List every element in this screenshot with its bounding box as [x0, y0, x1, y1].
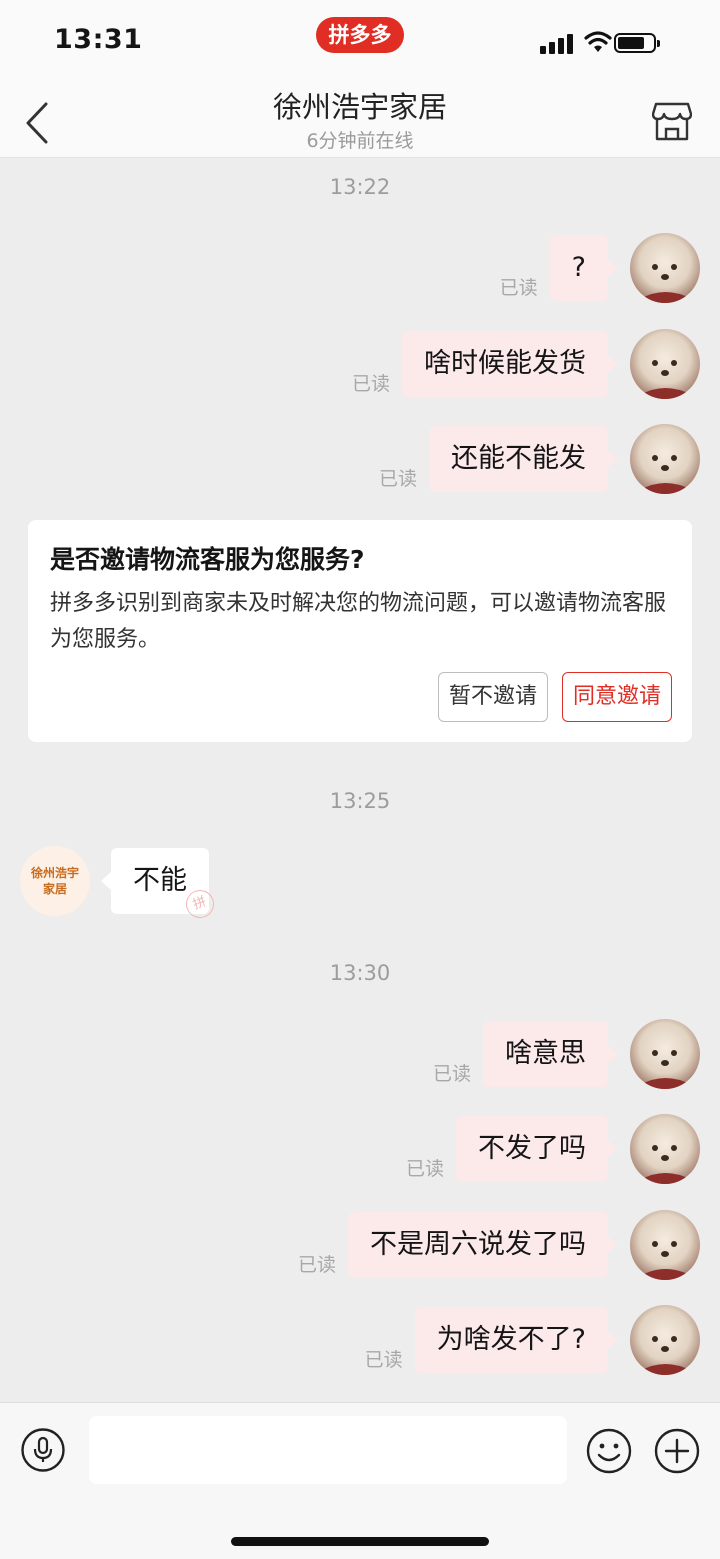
signal-icon	[540, 32, 574, 54]
user-avatar[interactable]	[630, 424, 700, 494]
input-bar	[0, 1402, 720, 1559]
read-receipt: 已读	[351, 373, 390, 395]
message-bubble[interactable]: ?	[549, 235, 619, 301]
status-time: 13:31	[54, 24, 143, 55]
time-divider: 13:25	[329, 789, 391, 813]
message-row: 已读 ?	[500, 233, 700, 303]
message-bubble[interactable]: 还能不能发	[429, 426, 618, 492]
message-row: 已读 啥意思	[433, 1019, 700, 1089]
user-avatar[interactable]	[630, 1019, 700, 1089]
message-row: 已读 不是周六说发了吗	[298, 1210, 700, 1280]
message-bubble[interactable]: 不是周六说发了吗	[348, 1212, 618, 1278]
decline-invite-button[interactable]: 暂不邀请	[437, 672, 548, 722]
microphone-icon[interactable]	[21, 1428, 65, 1472]
read-receipt: 已读	[364, 1349, 403, 1371]
plus-icon[interactable]	[654, 1428, 700, 1474]
message-row: 已读 啥时候能发货	[352, 329, 700, 399]
wifi-icon	[584, 31, 612, 52]
store-icon[interactable]	[652, 100, 692, 142]
read-receipt: 已读	[378, 468, 417, 490]
online-status: 6分钟前在线	[306, 130, 414, 152]
top-bar: 13:31 拼多多 徐州浩宇家居 6分钟前在线	[0, 0, 720, 158]
invite-card-body: 拼多多识别到商家未及时解决您的物流问题，可以邀请物流客服为您服务。	[50, 591, 667, 652]
shop-avatar-line2: 家居	[42, 882, 67, 896]
user-avatar[interactable]	[630, 1210, 700, 1280]
user-avatar[interactable]	[630, 329, 700, 399]
read-receipt: 已读	[432, 1063, 471, 1085]
message-row: 已读 不发了吗	[406, 1114, 700, 1184]
emoji-icon[interactable]	[586, 1428, 632, 1474]
message-bubble[interactable]: 不发了吗	[456, 1116, 618, 1182]
message-input[interactable]	[89, 1416, 567, 1484]
invite-card-title: 是否邀请物流客服为您服务?	[50, 545, 365, 574]
read-receipt: 已读	[405, 1158, 444, 1180]
logistics-invite-card: 是否邀请物流客服为您服务? 拼多多识别到商家未及时解决您的物流问题，可以邀请物流…	[28, 520, 692, 742]
brand-badge: 拼多多	[316, 17, 404, 53]
user-avatar[interactable]	[630, 1305, 700, 1375]
shop-avatar[interactable]: 徐州浩宇 家居	[20, 846, 90, 916]
message-row: 已读 为啥发不了?	[365, 1305, 700, 1375]
message-row: 已读 还能不能发	[379, 424, 700, 494]
read-receipt: 已读	[297, 1254, 336, 1276]
page-title: 徐州浩宇家居	[272, 90, 447, 124]
message-bubble[interactable]: 为啥发不了?	[414, 1307, 619, 1373]
time-divider: 13:30	[329, 961, 391, 985]
shop-avatar-line1: 徐州浩宇	[30, 866, 79, 880]
user-avatar[interactable]	[630, 1114, 700, 1184]
message-bubble[interactable]: 啥时候能发货	[402, 331, 618, 397]
user-avatar[interactable]	[630, 233, 700, 303]
read-receipt: 已读	[499, 277, 538, 299]
battery-icon	[614, 33, 660, 53]
message-bubble[interactable]: 啥意思	[483, 1021, 618, 1087]
accept-invite-button[interactable]: 同意邀请	[561, 672, 672, 722]
home-indicator	[231, 1537, 489, 1546]
time-divider: 13:22	[329, 175, 391, 199]
